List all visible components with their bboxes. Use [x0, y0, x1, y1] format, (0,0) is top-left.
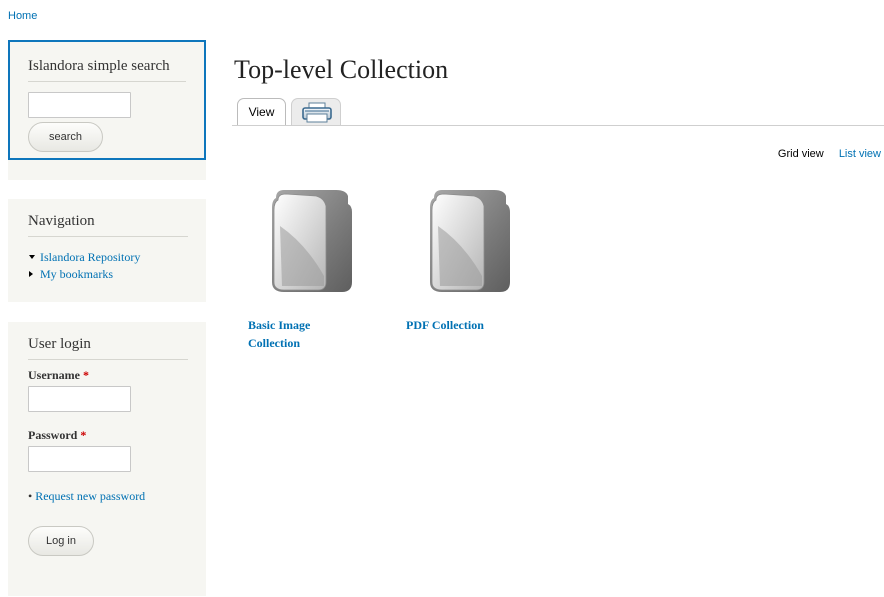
user-login-block: User login Username * Password * • Reques… [8, 322, 206, 596]
navigation-title: Navigation [28, 213, 188, 237]
search-block-footer [8, 160, 206, 180]
search-block: Islandora simple search search [8, 40, 206, 160]
folder-icon [430, 190, 510, 292]
nav-item-my-bookmarks[interactable]: My bookmarks [28, 266, 188, 283]
tab-print[interactable] [291, 98, 341, 125]
collection-title[interactable]: PDF Collection [406, 316, 484, 334]
tab-bar: View [232, 98, 884, 126]
folder-icon [272, 190, 352, 292]
tab-view[interactable]: View [237, 98, 286, 125]
username-field[interactable] [28, 386, 131, 412]
collection-title-line[interactable]: Basic Image [248, 318, 310, 332]
nav-item-label[interactable]: Islandora Repository [40, 250, 140, 264]
collection-thumbnail[interactable] [424, 186, 514, 298]
expanded-arrow-icon [29, 255, 35, 259]
navigation-block: Navigation Islandora Repository My bookm… [8, 199, 206, 302]
breadcrumb-home[interactable]: Home [8, 10, 37, 22]
collapsed-arrow-icon [29, 271, 33, 277]
user-login-title: User login [28, 336, 188, 360]
nav-item-label[interactable]: My bookmarks [40, 267, 113, 281]
request-password-link[interactable]: Request new password [35, 489, 145, 503]
printer-icon [302, 102, 332, 123]
collection-title[interactable]: Basic Image Collection [248, 316, 310, 352]
grid-view-label: Grid view [777, 148, 824, 160]
list-view-link[interactable]: List view [839, 148, 881, 160]
username-label: Username * [28, 368, 89, 382]
login-button[interactable]: Log in [28, 526, 94, 556]
collection-title-line[interactable]: PDF Collection [406, 318, 484, 332]
collection-title-line[interactable]: Collection [248, 336, 300, 350]
required-marker: * [82, 368, 89, 382]
page-title: Top-level Collection [234, 55, 449, 84]
nav-item-islandora-repository[interactable]: Islandora Repository [28, 249, 188, 266]
view-mode-switcher: Grid view List view [766, 148, 881, 160]
search-input[interactable] [28, 92, 131, 118]
search-button[interactable]: search [28, 122, 104, 152]
password-label: Password * [28, 428, 87, 442]
bullet-icon: • [28, 489, 33, 503]
required-marker: * [80, 428, 87, 442]
search-block-title: Islandora simple search [28, 58, 186, 82]
password-field[interactable] [28, 446, 131, 472]
collection-thumbnail[interactable] [266, 186, 356, 298]
